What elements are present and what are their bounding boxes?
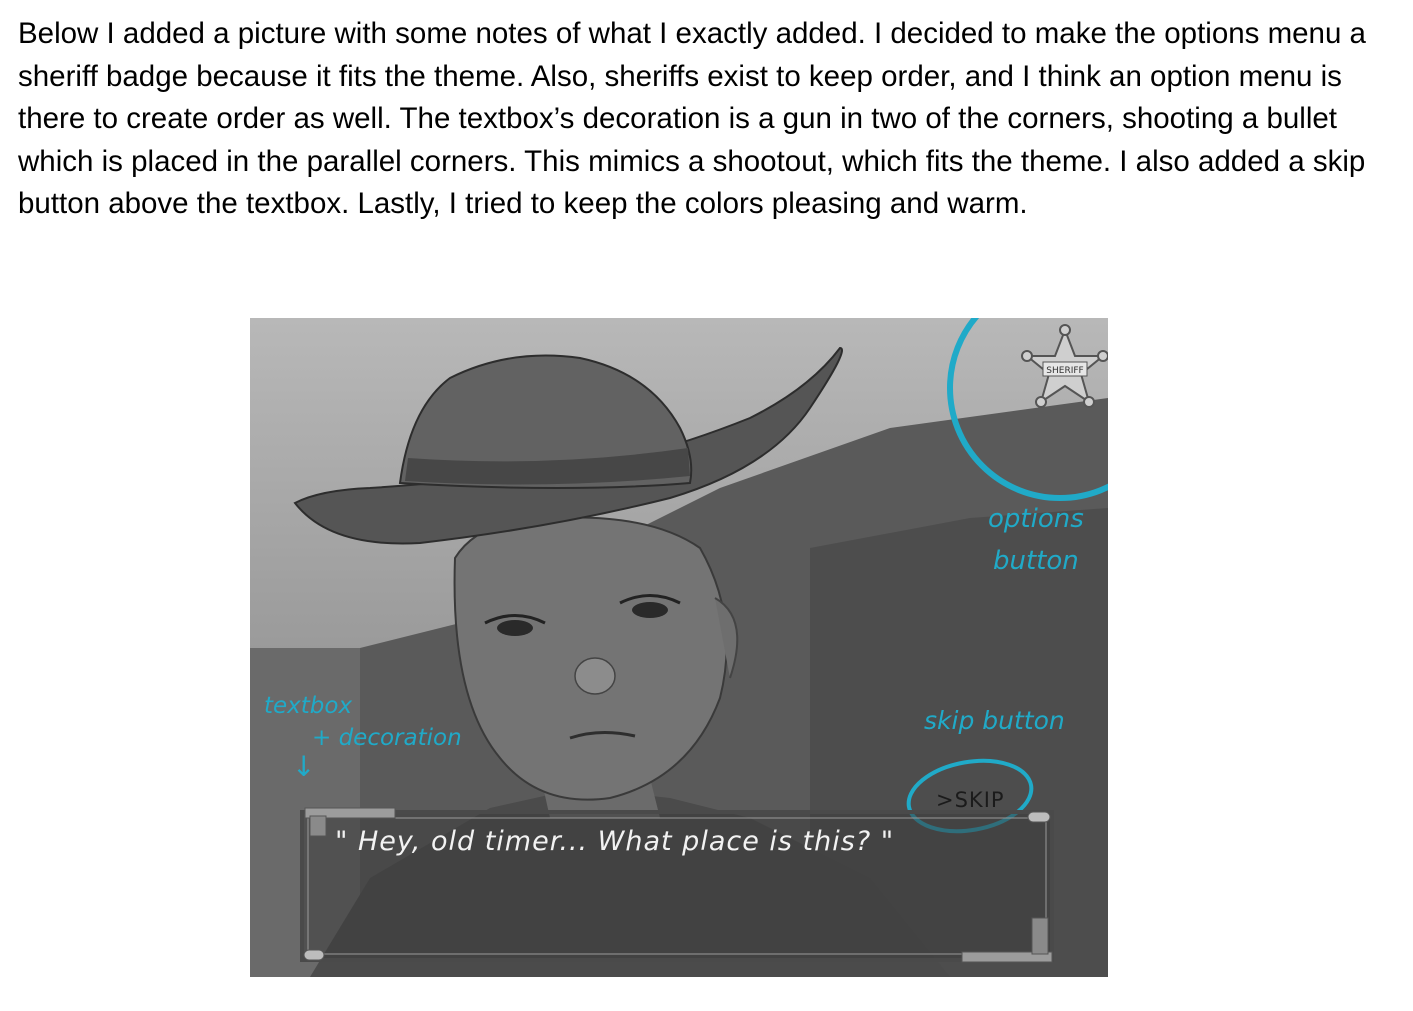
- options-button-annotation: options button: [988, 504, 1084, 576]
- bullet-icon-bottom-left: [303, 949, 325, 961]
- bullet-icon-top-right: [1027, 811, 1051, 823]
- body-paragraph: Below I added a picture with some notes …: [18, 17, 1366, 221]
- skip-button-annotation: skip button: [924, 706, 1065, 735]
- badge-label: SHERIFF: [1046, 366, 1083, 376]
- sketch-artwork: SHERIFF: [250, 318, 1108, 977]
- down-arrow-icon: ↓: [292, 750, 316, 783]
- skip-button[interactable]: >SKIP: [936, 788, 1005, 812]
- dialogue-text: " Hey, old timer... What place is this? …: [335, 826, 895, 857]
- textbox-annotation: textbox + decoration: [264, 693, 462, 751]
- game-ui-sketch: SHERIFF options button textbox + decorat…: [250, 318, 1108, 977]
